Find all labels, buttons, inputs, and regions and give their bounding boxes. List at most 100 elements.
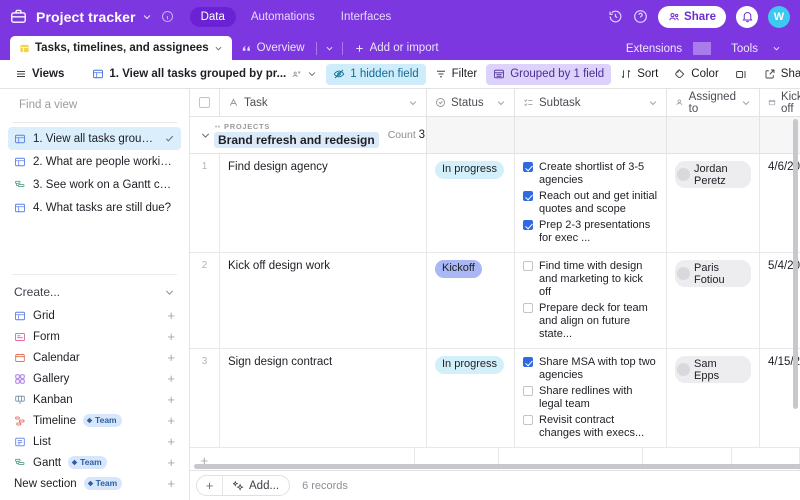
add-view-button[interactable]: +	[167, 393, 175, 406]
subtask-item[interactable]: Create shortlist of 3-5 agencies	[523, 161, 658, 187]
top-nav-item-automations[interactable]: Automations	[240, 7, 326, 27]
chevron-down-icon[interactable]	[142, 12, 152, 22]
top-nav-item-data[interactable]: Data	[189, 6, 236, 27]
create-item-new-section[interactable]: New section Team +	[8, 473, 181, 494]
table-row[interactable]: 1 Find design agency In progress Create …	[190, 154, 800, 253]
cell-subtask[interactable]: Create shortlist of 3-5 agencies Reach o…	[515, 154, 667, 252]
cell-assigned-to[interactable]: Sam Epps	[667, 349, 760, 447]
cell-subtask[interactable]: Find time with design and marketing to k…	[515, 253, 667, 348]
cell-assigned-to[interactable]: Jordan Peretz	[667, 154, 760, 252]
filter-button[interactable]: Filter	[428, 64, 485, 85]
subtask-item[interactable]: Reach out and get initial quotes and sco…	[523, 190, 658, 216]
views-button[interactable]: Views	[8, 64, 71, 85]
tools-button[interactable]: Tools	[713, 43, 790, 55]
avatar[interactable]: W	[768, 5, 790, 28]
sidebar-item-view-1[interactable]: 1. View all tasks grouped by p...	[8, 127, 181, 150]
create-item-list[interactable]: List +	[8, 431, 181, 452]
chevron-down-icon[interactable]	[648, 98, 658, 108]
chevron-down-icon[interactable]	[214, 44, 223, 53]
cell-status[interactable]: In progress	[427, 349, 515, 447]
chevron-down-icon[interactable]	[196, 130, 214, 141]
add-view-button[interactable]: +	[167, 456, 175, 469]
bell-icon[interactable]	[736, 5, 758, 28]
plus-icon[interactable]: +	[197, 478, 222, 493]
group-header-1[interactable]: PROJECTS Brand refresh and redesign Coun…	[190, 117, 800, 154]
select-all-checkbox[interactable]	[190, 89, 220, 116]
group-button[interactable]: Grouped by 1 field	[486, 63, 612, 85]
table-tab-overview[interactable]: Overview	[232, 36, 314, 60]
create-item-gantt[interactable]: Gantt Team +	[8, 452, 181, 473]
create-item-calendar[interactable]: Calendar +	[8, 347, 181, 368]
checkbox-icon[interactable]	[523, 220, 533, 230]
share-and-sync-button[interactable]: Share and sync	[757, 64, 800, 85]
cell-task[interactable]: Sign design contract	[220, 349, 427, 447]
create-item-timeline[interactable]: Timeline Team +	[8, 410, 181, 431]
chevron-down-icon[interactable]	[741, 98, 751, 108]
color-button[interactable]: Color	[667, 64, 725, 85]
cell-subtask[interactable]: Share MSA with top two agencies Share re…	[515, 349, 667, 447]
create-section-header[interactable]: Create...	[0, 279, 189, 305]
sidebar-item-view-2[interactable]: 2. What are people working on?	[8, 150, 181, 173]
cell-status[interactable]: In progress	[427, 154, 515, 252]
subtask-item[interactable]: Prep 2-3 presentations for exec ...	[523, 219, 658, 245]
chevron-down-icon[interactable]	[408, 98, 418, 108]
create-item-kanban[interactable]: Kanban +	[8, 389, 181, 410]
checkbox-icon[interactable]	[523, 261, 533, 271]
create-item-gallery[interactable]: Gallery +	[8, 368, 181, 389]
add-record-control[interactable]: + Add...	[196, 475, 291, 496]
chevron-down-icon[interactable]	[164, 287, 175, 298]
current-view-button[interactable]: 1. View all tasks grouped by pr...	[85, 64, 324, 85]
add-view-button[interactable]: +	[167, 372, 175, 385]
add-view-button[interactable]: +	[167, 330, 175, 343]
cell-task[interactable]: Find design agency	[220, 154, 427, 252]
column-header-assigned-to[interactable]: Assigned to	[667, 89, 760, 116]
checkbox-icon[interactable]	[523, 386, 533, 396]
column-header-subtask[interactable]: Subtask	[515, 89, 667, 116]
sort-button[interactable]: Sort	[613, 64, 665, 85]
subtask-item[interactable]: Prepare deck for team and align on futur…	[523, 302, 658, 341]
add-view-button[interactable]: +	[167, 435, 175, 448]
subtask-item[interactable]: Share redlines with legal team	[523, 385, 658, 411]
checkbox-icon[interactable]	[523, 162, 533, 172]
add-button[interactable]: Add...	[223, 480, 289, 492]
add-view-button[interactable]: +	[167, 477, 175, 490]
checkbox-icon[interactable]	[523, 303, 533, 313]
tab-overflow-chevron[interactable]	[319, 36, 340, 60]
row-height-icon[interactable]	[728, 64, 755, 85]
add-view-button[interactable]: +	[167, 309, 175, 322]
subtask-item[interactable]: Find time with design and marketing to k…	[523, 260, 658, 299]
sidebar-item-view-3[interactable]: 3. See work on a Gantt chart	[8, 173, 181, 196]
column-header-status[interactable]: Status	[427, 89, 515, 116]
row-number[interactable]: 3	[190, 349, 220, 447]
table-row[interactable]: 3 Sign design contract In progress Share…	[190, 349, 800, 448]
column-header-kick-off[interactable]: Kick off	[760, 89, 800, 116]
cell-task[interactable]: Kick off design work	[220, 253, 427, 348]
sidebar-item-view-4[interactable]: 4. What tasks are still due?	[8, 196, 181, 219]
horizontal-scrollbar[interactable]	[194, 464, 800, 469]
share-button[interactable]: Share	[658, 5, 726, 28]
column-header-task[interactable]: Task	[220, 89, 427, 116]
top-nav-item-interfaces[interactable]: Interfaces	[330, 7, 403, 27]
table-tab-active[interactable]: Tasks, timelines, and assignees	[10, 36, 232, 60]
checkbox-icon[interactable]	[523, 415, 533, 425]
subtask-item[interactable]: Revisit contract changes with execs...	[523, 414, 658, 440]
history-icon[interactable]	[608, 9, 623, 24]
checkbox-icon[interactable]	[523, 357, 533, 367]
vertical-scrollbar[interactable]	[793, 119, 798, 409]
create-item-form[interactable]: Form +	[8, 326, 181, 347]
row-number[interactable]: 2	[190, 253, 220, 348]
add-view-button[interactable]: +	[167, 414, 175, 427]
row-number[interactable]: 1	[190, 154, 220, 252]
help-circle-icon[interactable]	[633, 9, 648, 24]
add-or-import-button[interactable]: Add or import	[345, 36, 448, 60]
search-input[interactable]	[19, 98, 173, 111]
chevron-down-icon[interactable]	[496, 98, 506, 108]
add-view-button[interactable]: +	[167, 351, 175, 364]
hidden-fields-button[interactable]: 1 hidden field	[326, 63, 426, 85]
checkbox-icon[interactable]	[523, 191, 533, 201]
extensions-button[interactable]: Extensions	[617, 43, 691, 55]
info-icon[interactable]	[161, 10, 174, 23]
create-item-grid[interactable]: Grid +	[8, 305, 181, 326]
cell-status[interactable]: Kickoff	[427, 253, 515, 348]
table-row[interactable]: 2 Kick off design work Kickoff Find time…	[190, 253, 800, 349]
